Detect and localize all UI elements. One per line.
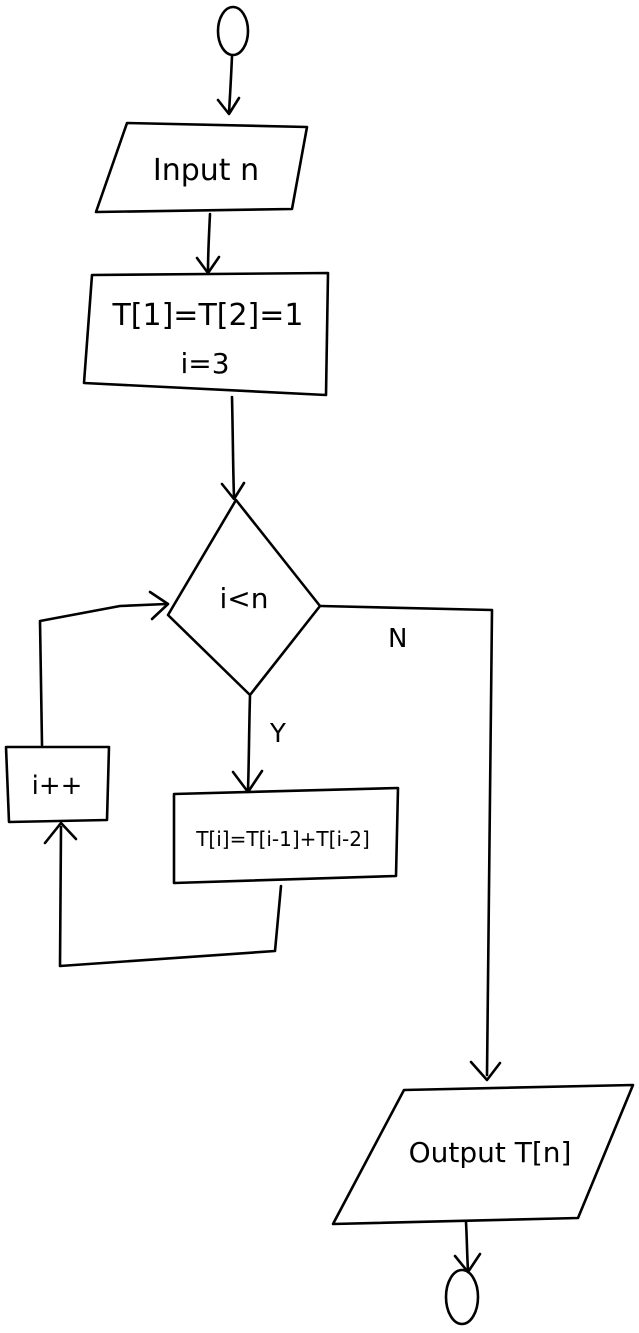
init-node: T[1]=T[2]=1 i=3 xyxy=(82,271,330,397)
compute-label: T[i]=T[i-1]+T[i-2] xyxy=(195,827,370,851)
arrow-input-to-init xyxy=(195,212,221,275)
start-terminal xyxy=(216,5,250,57)
arrow-init-to-decision xyxy=(220,395,246,501)
end-terminal xyxy=(444,1268,480,1326)
input-label: Input n xyxy=(153,153,259,188)
increment-node: i++ xyxy=(4,745,111,824)
no-label: N xyxy=(388,624,407,654)
arrow-start-to-input xyxy=(216,54,241,116)
decision-node: i<n xyxy=(166,498,322,697)
init-line1: T[1]=T[2]=1 xyxy=(111,298,303,333)
arrow-yes-to-compute xyxy=(231,694,264,794)
arrow-increment-to-decision xyxy=(38,590,170,747)
output-node: Output T[n] xyxy=(331,1083,635,1226)
init-line2: i=3 xyxy=(180,347,229,380)
output-label: Output T[n] xyxy=(409,1136,572,1169)
increment-label: i++ xyxy=(32,771,83,801)
flowchart-canvas: Input n T[1]=T[2]=1 i=3 i<n Y T[i]=T[i-1… xyxy=(0,0,639,1333)
compute-node: T[i]=T[i-1]+T[i-2] xyxy=(172,786,400,885)
arrow-output-to-end xyxy=(453,1220,482,1274)
input-node: Input n xyxy=(94,121,309,214)
yes-label: Y xyxy=(269,719,286,749)
decision-label: i<n xyxy=(220,582,269,615)
